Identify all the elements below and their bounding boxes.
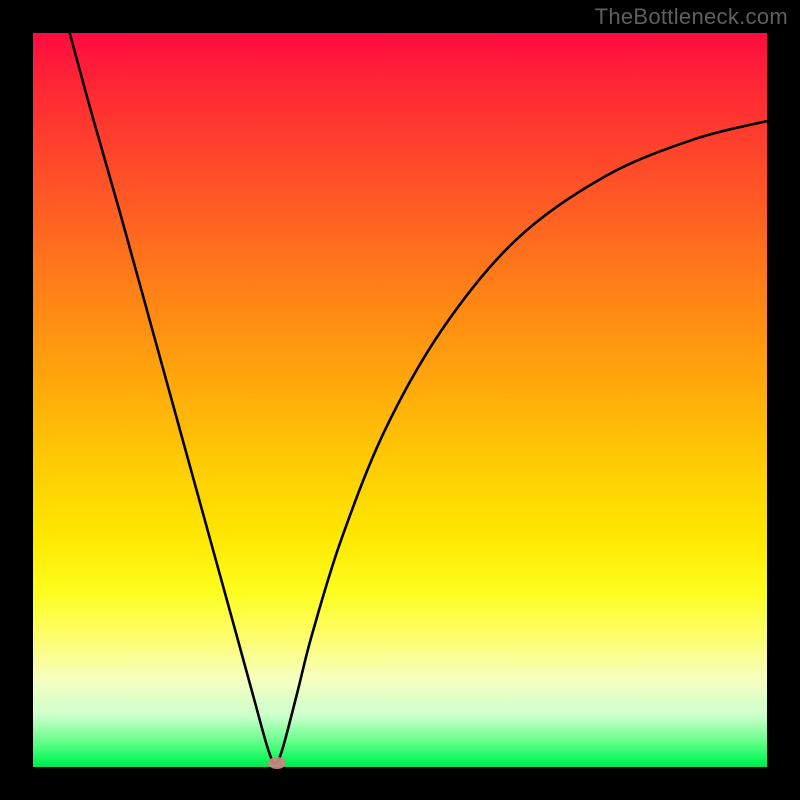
curve-line	[70, 33, 767, 763]
minimum-marker	[268, 757, 286, 769]
plot-area	[33, 33, 767, 767]
watermark-text: TheBottleneck.com	[595, 4, 788, 30]
curve-svg	[33, 33, 767, 767]
chart-frame: TheBottleneck.com	[0, 0, 800, 800]
